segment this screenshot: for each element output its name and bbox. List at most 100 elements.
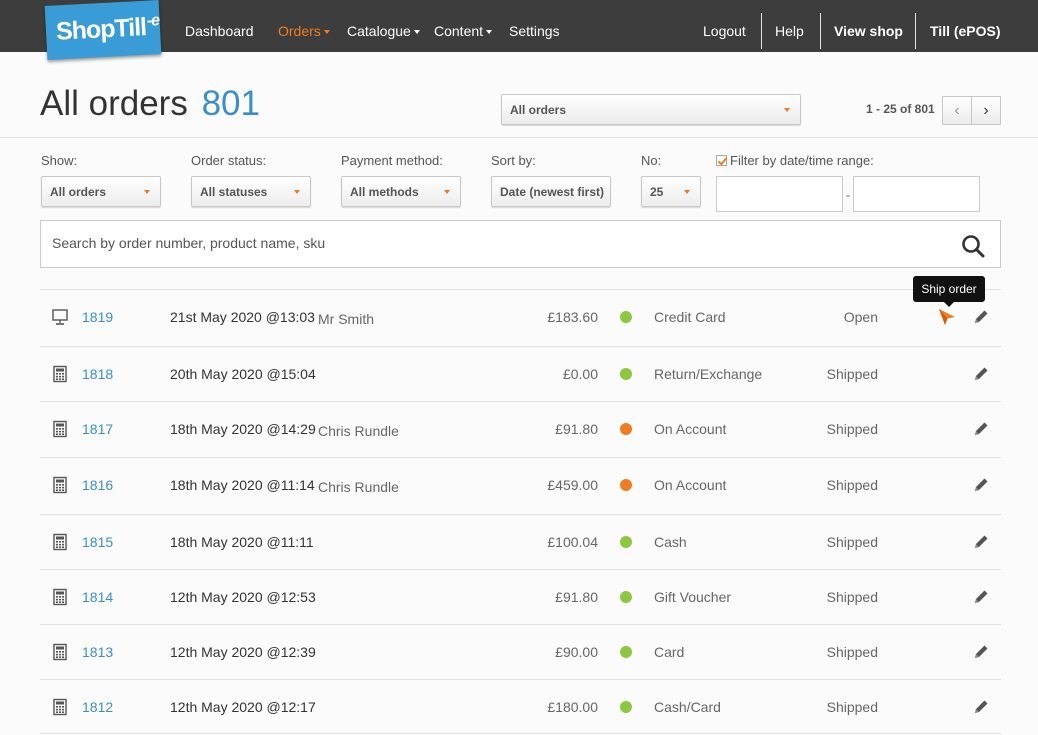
order-amount: £183.60: [547, 309, 598, 325]
payment-status-dot: [620, 368, 632, 380]
previous-page-button[interactable]: ‹: [942, 96, 972, 125]
order-number-link[interactable]: 1814: [82, 589, 113, 605]
number-per-page-select[interactable]: 25: [641, 176, 701, 207]
date-to-field[interactable]: [853, 176, 980, 212]
order-status: Shipped: [826, 644, 878, 660]
top-navigation-bar: ShopTill-e Dashboard Orders Catalogue Co…: [0, 0, 1038, 60]
edit-pencil-icon[interactable]: [972, 588, 990, 606]
nav-catalogue-label: Catalogue: [347, 23, 411, 39]
order-status: Shipped: [826, 699, 878, 715]
order-status: Shipped: [826, 477, 878, 493]
order-amount: £100.04: [547, 534, 598, 550]
calculator-icon: [53, 643, 67, 661]
calculator-icon: [53, 698, 67, 716]
payment-status-dot: [620, 591, 632, 603]
edit-pencil-icon[interactable]: [972, 643, 990, 661]
order-status-label: Order status:: [191, 153, 267, 168]
nav-divider: [820, 13, 821, 49]
order-date: 18th May 2020 @11:11: [170, 534, 314, 550]
calculator-icon: [53, 365, 67, 383]
chevron-down-icon: [486, 30, 493, 35]
order-status: Open: [843, 309, 878, 325]
nav-divider: [915, 13, 916, 49]
order-status: Shipped: [826, 421, 878, 437]
order-number-link[interactable]: 1819: [82, 309, 113, 325]
order-count: 801: [201, 84, 260, 123]
table-row[interactable]: 1815 18th May 2020 @11:11 £100.04 Cash Shipp…: [40, 514, 1001, 569]
table-row[interactable]: 1812 12th May 2020 @12:17 £180.00 Cash/Card…: [40, 679, 1001, 734]
order-status-select[interactable]: All statuses: [191, 176, 311, 207]
nav-settings[interactable]: Settings: [509, 23, 560, 39]
nav-help[interactable]: Help: [775, 23, 804, 39]
nav-content[interactable]: Content: [434, 23, 493, 39]
date-filter-checkbox[interactable]: [716, 155, 727, 166]
edit-pencil-icon[interactable]: [972, 533, 990, 551]
order-date: 20th May 2020 @15:04: [170, 366, 316, 382]
calculator-icon: [53, 588, 67, 606]
date-filter-label: Filter by date/time range:: [730, 153, 874, 168]
table-row[interactable]: 1814 12th May 2020 @12:53 £91.80 Gift Vouch…: [40, 569, 1001, 624]
order-number-link[interactable]: 1813: [82, 644, 113, 660]
next-page-button[interactable]: ›: [971, 96, 1001, 125]
nav-orders[interactable]: Orders: [278, 23, 330, 39]
order-number-link[interactable]: 1818: [82, 366, 113, 382]
number-per-page-label: No:: [641, 153, 662, 168]
sort-by-label: Sort by:: [491, 153, 536, 168]
edit-pencil-icon[interactable]: [972, 698, 990, 716]
sort-by-select[interactable]: Date (newest first): [491, 176, 611, 207]
table-row[interactable]: 1818 20th May 2020 @15:04 £0.00 Return/Exch…: [40, 346, 1001, 401]
calculator-icon: [53, 533, 67, 551]
order-number-link[interactable]: 1812: [82, 699, 113, 715]
logo-suffix: -e: [146, 12, 160, 31]
table-row[interactable]: 1819 21st May 2020 @13:03 Mr Smith £183.60 C…: [40, 289, 1001, 344]
payment-method: On Account: [654, 477, 727, 493]
payment-method-select[interactable]: All methods: [341, 176, 461, 207]
edit-pencil-icon[interactable]: [972, 365, 990, 383]
order-number-link[interactable]: 1817: [82, 421, 113, 437]
payment-method: Cash: [654, 534, 687, 550]
payment-status-dot: [620, 646, 632, 658]
search-icon[interactable]: [961, 234, 985, 258]
shoptill-logo[interactable]: ShopTill-e: [44, 0, 162, 60]
order-amount: £91.80: [555, 421, 598, 437]
edit-pencil-icon[interactable]: [972, 420, 990, 438]
order-amount: £91.80: [555, 589, 598, 605]
show-filter-select[interactable]: All orders: [41, 176, 161, 207]
payment-status-dot: [620, 479, 632, 491]
sort-by-value: Date (newest first): [500, 184, 605, 199]
nav-logout[interactable]: Logout: [703, 23, 746, 39]
order-date: 12th May 2020 @12:53: [170, 589, 316, 605]
chevron-down-icon: [444, 190, 450, 194]
logo-text: ShopTill: [55, 13, 147, 47]
order-view-select-value: All orders: [510, 102, 567, 117]
order-date: 21st May 2020 @13:03: [170, 309, 315, 325]
table-row[interactable]: 1817 18th May 2020 @14:29 Chris Rundle £91.…: [40, 401, 1001, 456]
order-number-link[interactable]: 1815: [82, 534, 113, 550]
ship-order-icon[interactable]: [937, 307, 957, 327]
calculator-icon: [53, 476, 67, 494]
payment-method: Gift Voucher: [654, 589, 732, 605]
edit-pencil-icon[interactable]: [972, 308, 990, 326]
nav-till-epos[interactable]: Till (ePOS): [930, 23, 1001, 39]
date-filter-toggle[interactable]: Filter by date/time range:: [716, 153, 874, 168]
chevron-down-icon: [413, 30, 420, 35]
payment-method: On Account: [654, 421, 727, 437]
order-view-select[interactable]: All orders: [501, 94, 801, 125]
customer-name: Chris Rundle: [318, 423, 399, 439]
date-from-field[interactable]: [716, 176, 843, 212]
calculator-icon: [53, 420, 67, 438]
chevron-down-icon: [144, 190, 150, 194]
pagination-info: 1 - 25 of 801: [866, 102, 935, 116]
table-bottom-rule: [40, 733, 1001, 734]
order-status-value: All statuses: [200, 184, 268, 199]
table-row[interactable]: 1816 18th May 2020 @11:14 Chris Rundle £459…: [40, 457, 1001, 512]
edit-pencil-icon[interactable]: [972, 476, 990, 494]
payment-method-value: All methods: [350, 184, 419, 199]
nav-dashboard[interactable]: Dashboard: [185, 23, 254, 39]
order-number-link[interactable]: 1816: [82, 477, 113, 493]
nav-catalogue[interactable]: Catalogue: [347, 23, 420, 39]
table-row[interactable]: 1813 12th May 2020 @12:39 £90.00 Card Shippe…: [40, 624, 1001, 679]
page-title: All orders 801: [40, 84, 260, 124]
nav-view-shop[interactable]: View shop: [834, 23, 903, 39]
search-input[interactable]: [52, 235, 932, 251]
